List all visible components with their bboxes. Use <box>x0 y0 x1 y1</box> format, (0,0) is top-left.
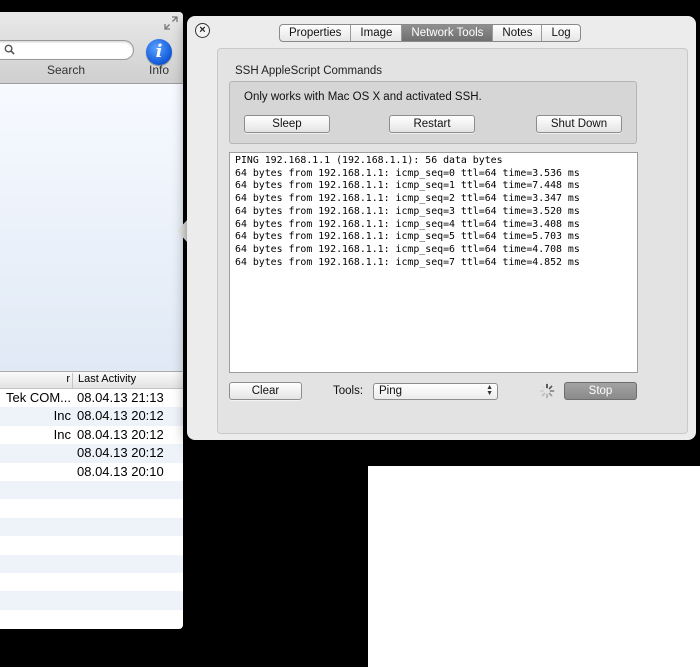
item-list-area <box>0 84 183 371</box>
table-row[interactable]: 08.04.13 20:10 <box>0 463 183 481</box>
restart-button[interactable]: Restart <box>389 115 475 133</box>
tab-properties[interactable]: Properties <box>280 25 352 41</box>
table-row[interactable]: Tek COM... 08.04.13 21:13 <box>0 389 183 407</box>
table-row[interactable] <box>0 499 183 517</box>
output-line: 64 bytes from 192.168.1.1: icmp_seq=7 tt… <box>235 256 580 268</box>
cell-prev-text: Inc <box>53 408 71 424</box>
tab-network-tools[interactable]: Network Tools <box>402 25 494 41</box>
cell-last-activity: 08.04.13 20:12 <box>77 408 164 424</box>
output-line: 64 bytes from 192.168.1.1: icmp_seq=2 tt… <box>235 193 580 205</box>
cell-last-activity: 08.04.13 20:12 <box>77 426 164 442</box>
tab-image[interactable]: Image <box>351 25 403 41</box>
select-arrows-icon: ▲ ▼ <box>486 384 493 397</box>
info-icon[interactable]: i <box>146 39 172 65</box>
table-row[interactable]: Inc 08.04.13 20:12 <box>0 426 183 444</box>
cell-prev: Inc <box>0 408 73 423</box>
ssh-section-title: SSH AppleScript Commands <box>235 65 383 77</box>
device-table: Tek COM... 08.04.13 21:13 Inc 08.04.13 20:1… <box>0 389 183 628</box>
cell-last-activity: 08.04.13 20:10 <box>77 463 164 479</box>
ssh-commands-box: Only works with Mac OS X and activated S… <box>229 81 637 144</box>
output-line: 64 bytes from 192.168.1.1: icmp_seq=1 tt… <box>235 180 580 192</box>
search-icon <box>4 44 15 55</box>
close-icon[interactable]: × <box>195 23 210 38</box>
table-row[interactable] <box>0 480 183 500</box>
table-row[interactable] <box>0 517 183 537</box>
output-line: 64 bytes from 192.168.1.1: icmp_seq=5 tt… <box>235 231 580 243</box>
output-line: 64 bytes from 192.168.1.1: icmp_seq=6 tt… <box>235 243 580 255</box>
cell-last-activity: 08.04.13 20:12 <box>77 445 164 461</box>
fullscreen-icon[interactable] <box>164 16 178 30</box>
table-row[interactable] <box>0 610 183 628</box>
table-row[interactable] <box>0 591 183 610</box>
table-row[interactable]: 08.04.13 20:12 <box>0 444 183 463</box>
tab-log[interactable]: Log <box>542 25 579 41</box>
tab-bar: Properties Image Network Tools Notes Log <box>279 24 581 42</box>
column-header-last-activity[interactable]: Last Activity <box>78 373 136 385</box>
table-row[interactable] <box>0 536 183 554</box>
shut-down-button[interactable]: Shut Down <box>536 115 622 133</box>
output-line: 64 bytes from 192.168.1.1: icmp_seq=3 tt… <box>235 205 580 217</box>
cell-prev: Inc <box>0 427 73 442</box>
window-toolbar: Search i Info <box>0 12 183 84</box>
tools-select-value: Ping <box>379 385 403 397</box>
progress-spinner-icon <box>539 383 555 399</box>
table-row[interactable] <box>0 573 183 591</box>
cell-prev: Tek COM... <box>0 390 73 405</box>
cell-last-activity: 08.04.13 21:13 <box>77 390 164 405</box>
sleep-button[interactable]: Sleep <box>244 115 330 133</box>
search-input[interactable] <box>0 40 134 60</box>
table-header: r Last Activity <box>0 371 183 389</box>
cell-prev-text: Tek COM... <box>5 390 71 405</box>
table-row[interactable] <box>0 554 183 573</box>
stop-button[interactable]: Stop <box>564 382 637 400</box>
tab-notes[interactable]: Notes <box>493 25 543 41</box>
ping-output[interactable]: PING 192.168.1.1 (192.168.1.1): 56 data … <box>229 152 638 373</box>
background-area <box>368 466 700 667</box>
info-label: Info <box>148 63 169 77</box>
column-header-prev[interactable]: r <box>0 373 73 388</box>
clear-button[interactable]: Clear <box>229 382 302 400</box>
cell-prev-text: Inc <box>53 426 71 442</box>
table-row[interactable]: Inc 08.04.13 20:12 <box>0 407 183 426</box>
output-line: 64 bytes from 192.168.1.1: icmp_seq=0 tt… <box>235 167 580 179</box>
ssh-note: Only works with Mac OS X and activated S… <box>244 91 482 103</box>
search-label: Search <box>46 63 86 77</box>
output-line: PING 192.168.1.1 (192.168.1.1): 56 data … <box>235 155 503 166</box>
tools-select[interactable]: Ping ▲ ▼ <box>373 383 498 400</box>
browser-window: Search i Info r Last Activity Tek COM...… <box>0 12 183 629</box>
tools-label: Tools: <box>333 385 364 397</box>
output-line: 64 bytes from 192.168.1.1: icmp_seq=4 tt… <box>235 218 580 230</box>
